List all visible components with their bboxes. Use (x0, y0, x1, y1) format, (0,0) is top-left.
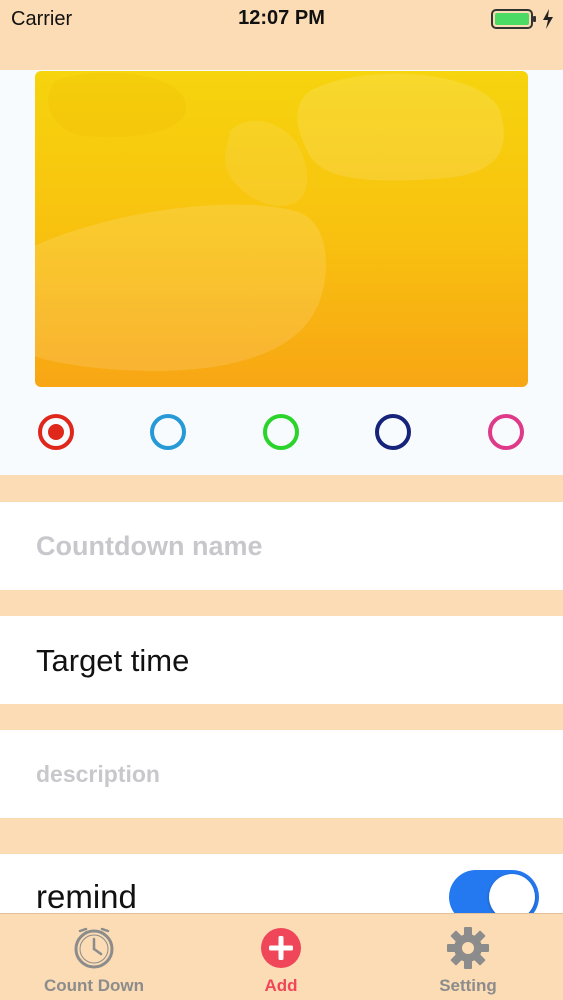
battery-icon (491, 9, 553, 29)
theme-preview-image (35, 71, 528, 387)
radio-ring (263, 414, 299, 450)
target-time-label: Target time (36, 643, 190, 678)
tab-label: Count Down (43, 976, 145, 995)
target-time-row[interactable]: Target time (0, 616, 563, 704)
radio-ring (488, 414, 524, 450)
countdown-name-input[interactable] (36, 502, 526, 590)
color-option-pink[interactable] (484, 410, 528, 454)
tab-label: Add (264, 976, 298, 995)
tab-add[interactable]: Add (211, 914, 351, 1000)
color-option-navy[interactable] (371, 410, 415, 454)
radio-ring (38, 414, 74, 450)
theme-color-picker (0, 410, 563, 454)
color-option-green[interactable] (259, 410, 303, 454)
radio-ring (150, 414, 186, 450)
radio-ring (375, 414, 411, 450)
gear-icon (447, 927, 489, 969)
tab-setting[interactable]: Setting (398, 914, 538, 1000)
tab-bar: Count Down Add Setting (0, 913, 563, 1000)
status-bar: Carrier 12:07 PM (0, 0, 563, 40)
description-row (0, 730, 563, 818)
clock-icon (74, 927, 114, 969)
tab-count-down[interactable]: Count Down (24, 914, 164, 1000)
countdown-name-row (0, 502, 563, 590)
tab-label: Setting (439, 976, 497, 995)
color-option-red[interactable] (34, 410, 78, 454)
remind-label: remind (36, 878, 137, 915)
remind-row: remind (0, 854, 563, 924)
description-input[interactable] (36, 730, 526, 818)
theme-panel (0, 70, 563, 475)
status-time: 12:07 PM (238, 7, 325, 29)
add-icon (261, 928, 301, 968)
color-option-blue[interactable] (146, 410, 190, 454)
radio-selected-dot (48, 424, 64, 440)
